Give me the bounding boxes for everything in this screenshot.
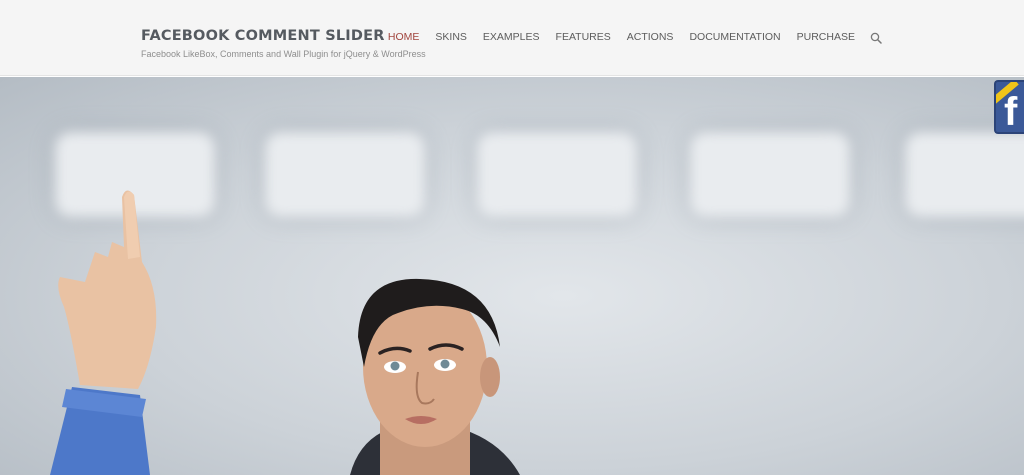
nav-item-actions[interactable]: ACTIONS	[627, 31, 674, 43]
search-icon[interactable]	[870, 31, 882, 44]
nav-item-skins[interactable]: SKINS	[435, 31, 467, 43]
main-nav: HOME SKINS EXAMPLES FEATURES ACTIONS DOC…	[388, 31, 882, 44]
facebook-icon: f	[1004, 90, 1018, 134]
man-pointing-illustration	[50, 190, 520, 475]
nav-item-documentation[interactable]: DOCUMENTATION	[689, 31, 780, 43]
site-tagline: Facebook LikeBox, Comments and Wall Plug…	[141, 49, 426, 59]
nav-item-home[interactable]: HOME	[388, 31, 420, 43]
nav-item-purchase[interactable]: PURCHASE	[797, 31, 855, 43]
nav-item-features[interactable]: FEATURES	[556, 31, 611, 43]
site-branding: FACEBOOK COMMENT SLIDER Facebook LikeBox…	[141, 28, 426, 59]
hero-image	[0, 77, 1024, 475]
site-title[interactable]: FACEBOOK COMMENT SLIDER	[141, 28, 426, 44]
site-header: FACEBOOK COMMENT SLIDER Facebook LikeBox…	[0, 0, 1024, 76]
facebook-slider-tab[interactable]: f	[994, 80, 1024, 134]
nav-item-examples[interactable]: EXAMPLES	[483, 31, 540, 43]
